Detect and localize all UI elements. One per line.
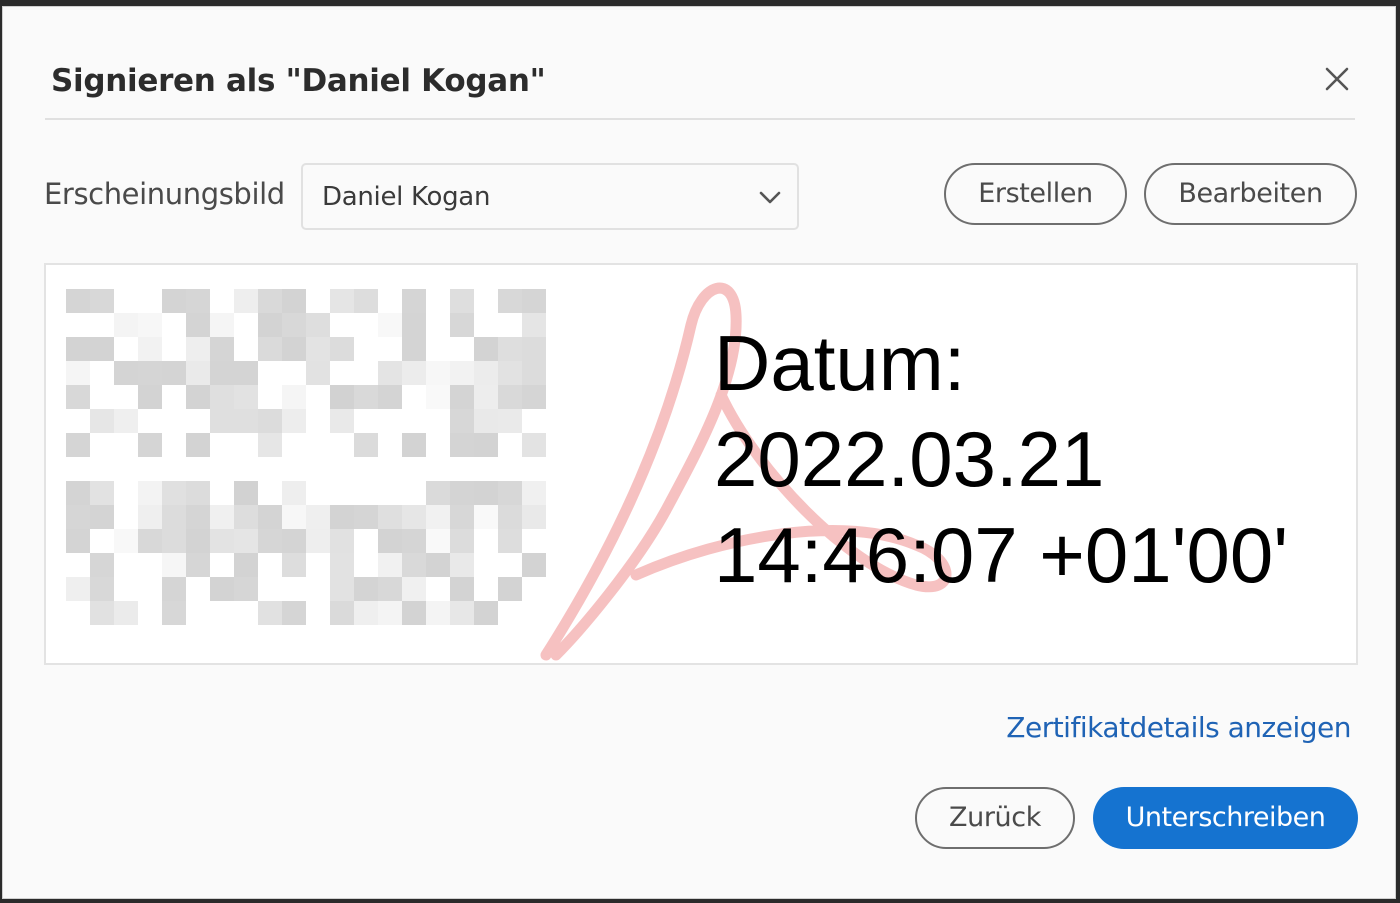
sign-button[interactable]: Unterschreiben (1093, 787, 1358, 849)
date-value: 2022.03.21 (714, 415, 1105, 503)
time-value: 14:46:07 +01'00' (714, 511, 1289, 599)
sign-dialog: Signieren als "Daniel Kogan" Erscheinung… (2, 6, 1396, 899)
appearance-select-value: Daniel Kogan (322, 182, 491, 212)
back-button[interactable]: Zurück (915, 787, 1075, 849)
date-label: Datum: (714, 319, 966, 407)
title-divider (45, 118, 1355, 120)
signature-preview: Datum: 2022.03.21 14:46:07 +01'00' (44, 263, 1358, 665)
signature-date-text: Datum: 2022.03.21 14:46:07 +01'00' (714, 315, 1288, 603)
appearance-label: Erscheinungsbild (44, 177, 285, 211)
certificate-details-link[interactable]: Zertifikatdetails anzeigen (1006, 711, 1351, 744)
edit-button[interactable]: Bearbeiten (1144, 163, 1357, 225)
create-button[interactable]: Erstellen (944, 163, 1127, 225)
appearance-select[interactable]: Daniel Kogan (301, 163, 799, 230)
close-icon[interactable] (1319, 61, 1355, 97)
dialog-title: Signieren als "Daniel Kogan" (51, 63, 546, 99)
chevron-down-icon (759, 191, 781, 204)
